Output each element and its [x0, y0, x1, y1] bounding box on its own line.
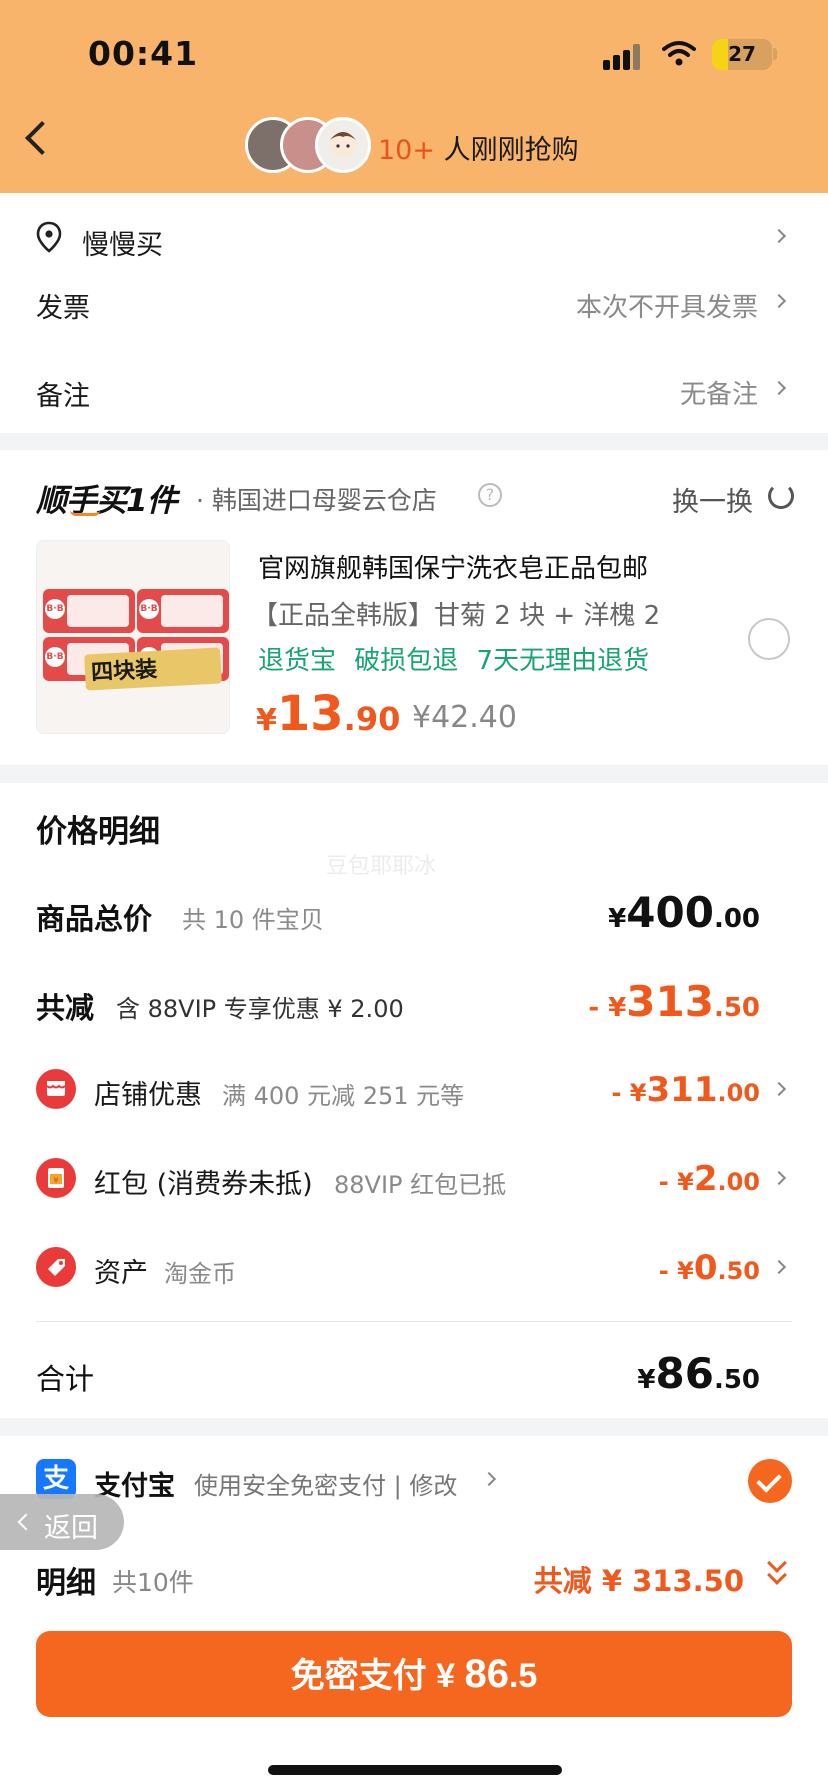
chevron-left-icon — [17, 1513, 35, 1531]
store-name: · 韩国进口母婴云仓店 — [196, 486, 437, 515]
pay-button[interactable]: 免密支付 ¥ 86.5 — [36, 1631, 792, 1717]
shunshou-logo-smile — [70, 510, 100, 516]
buyer-text: 人刚刚抢购 — [443, 135, 579, 166]
address-name[interactable]: 慢慢买 — [82, 223, 163, 262]
note-label: 备注 — [36, 381, 90, 412]
section-title: 价格明细 — [36, 814, 160, 850]
product-price: ¥13.90 — [256, 686, 401, 742]
store-discount-sub: 满 400 元减 251 元等 — [222, 1082, 465, 1110]
invoice-value[interactable]: 本次不开具发票 — [576, 287, 758, 324]
alipay-icon: 支 — [36, 1459, 76, 1499]
top-header: 00:41 27 10+ 人刚刚抢购 — [0, 0, 828, 193]
home-indicator — [268, 1765, 562, 1775]
product-spec: 【正品全韩版】甘菊 2 块 + 洋槐 2 — [252, 601, 661, 631]
assets-label: 资产 — [94, 1258, 148, 1289]
back-label: 返回 — [44, 1513, 98, 1544]
status-time: 00:41 — [88, 34, 199, 73]
battery-nub — [773, 48, 777, 60]
original-price: ¥42.40 — [412, 700, 517, 735]
goods-count: 共 10 件宝贝 — [182, 906, 324, 934]
total-label: 合计 — [36, 1362, 95, 1396]
summary-reduction[interactable]: 共减 ¥ 313.50 — [534, 1558, 744, 1600]
total-value: ¥86.50 — [637, 1349, 760, 1398]
red-packet-value[interactable]: - ¥2.00 — [659, 1159, 760, 1199]
wifi-icon — [662, 41, 696, 66]
chevron-right-icon[interactable] — [771, 380, 787, 396]
cellular-signal-icon — [603, 44, 641, 70]
note-value[interactable]: 无备注 — [680, 374, 758, 411]
double-chevron-down-icon[interactable] — [767, 1553, 788, 1592]
assets-sub: 淘金币 — [164, 1260, 236, 1288]
chevron-right-icon[interactable] — [771, 228, 787, 244]
back-button[interactable] — [25, 121, 59, 155]
watermark: 豆包耶耶冰 — [326, 854, 437, 879]
store-icon — [36, 1069, 76, 1109]
order-info-card: 慢慢买 发票 本次不开具发票 备注 无备注 — [0, 193, 828, 433]
service-tags: 退货宝 破损包退 7天无理由退货 — [258, 646, 650, 676]
battery-level: 27 — [728, 42, 756, 66]
red-packet-label: 红包 (消费券未抵) — [94, 1169, 313, 1200]
summary-label: 明细 — [36, 1566, 96, 1601]
red-packet-sub: 88VIP 红包已抵 — [334, 1171, 507, 1199]
svg-text:¥: ¥ — [53, 1176, 58, 1185]
reduction-value: - ¥313.50 — [588, 977, 760, 1026]
buyer-count: 10+ — [378, 135, 435, 166]
vip-discount-note: 含 88VIP 专享优惠 ¥ 2.00 — [116, 995, 404, 1023]
store-discount-label: 店铺优惠 — [94, 1080, 202, 1111]
chevron-right-icon[interactable] — [771, 293, 787, 309]
location-pin-icon — [36, 221, 62, 253]
divider — [36, 1321, 792, 1322]
help-icon[interactable]: ? — [478, 483, 502, 507]
four-pack-caption: 四块装 — [90, 657, 158, 686]
reduction-label: 共减 — [36, 991, 95, 1025]
floating-back-button[interactable]: 返回 — [0, 1494, 124, 1550]
refresh-icon[interactable] — [768, 483, 794, 509]
goods-total-value: ¥400.00 — [608, 888, 760, 937]
invoice-label: 发票 — [36, 293, 90, 324]
red-packet-icon: ¥ — [36, 1158, 76, 1198]
summary-count: 共10件 — [112, 1568, 194, 1597]
add-item-radio[interactable] — [748, 618, 790, 660]
goods-total-label: 商品总价 — [36, 902, 153, 936]
product-title[interactable]: 官网旗舰韩国保宁洗衣皂正品包邮 — [258, 548, 648, 585]
product-image[interactable]: B·B B·B B·B B·B 四块装 — [36, 540, 230, 734]
coin-tag-icon — [36, 1247, 76, 1287]
store-discount-value[interactable]: - ¥311.00 — [611, 1070, 760, 1110]
assets-value[interactable]: - ¥0.50 — [659, 1248, 760, 1288]
alipay-desc[interactable]: 使用安全免密支付 | 修改 — [194, 1466, 457, 1501]
swap-button[interactable]: 换一换 — [672, 480, 753, 519]
battery-icon: 27 — [712, 39, 772, 70]
checkmark-icon[interactable] — [748, 1459, 792, 1503]
recent-buyers-text: 10+ 人刚刚抢购 — [378, 128, 579, 167]
avatar — [315, 117, 371, 173]
shunshou-logo: 顺手买1件 — [36, 483, 178, 519]
